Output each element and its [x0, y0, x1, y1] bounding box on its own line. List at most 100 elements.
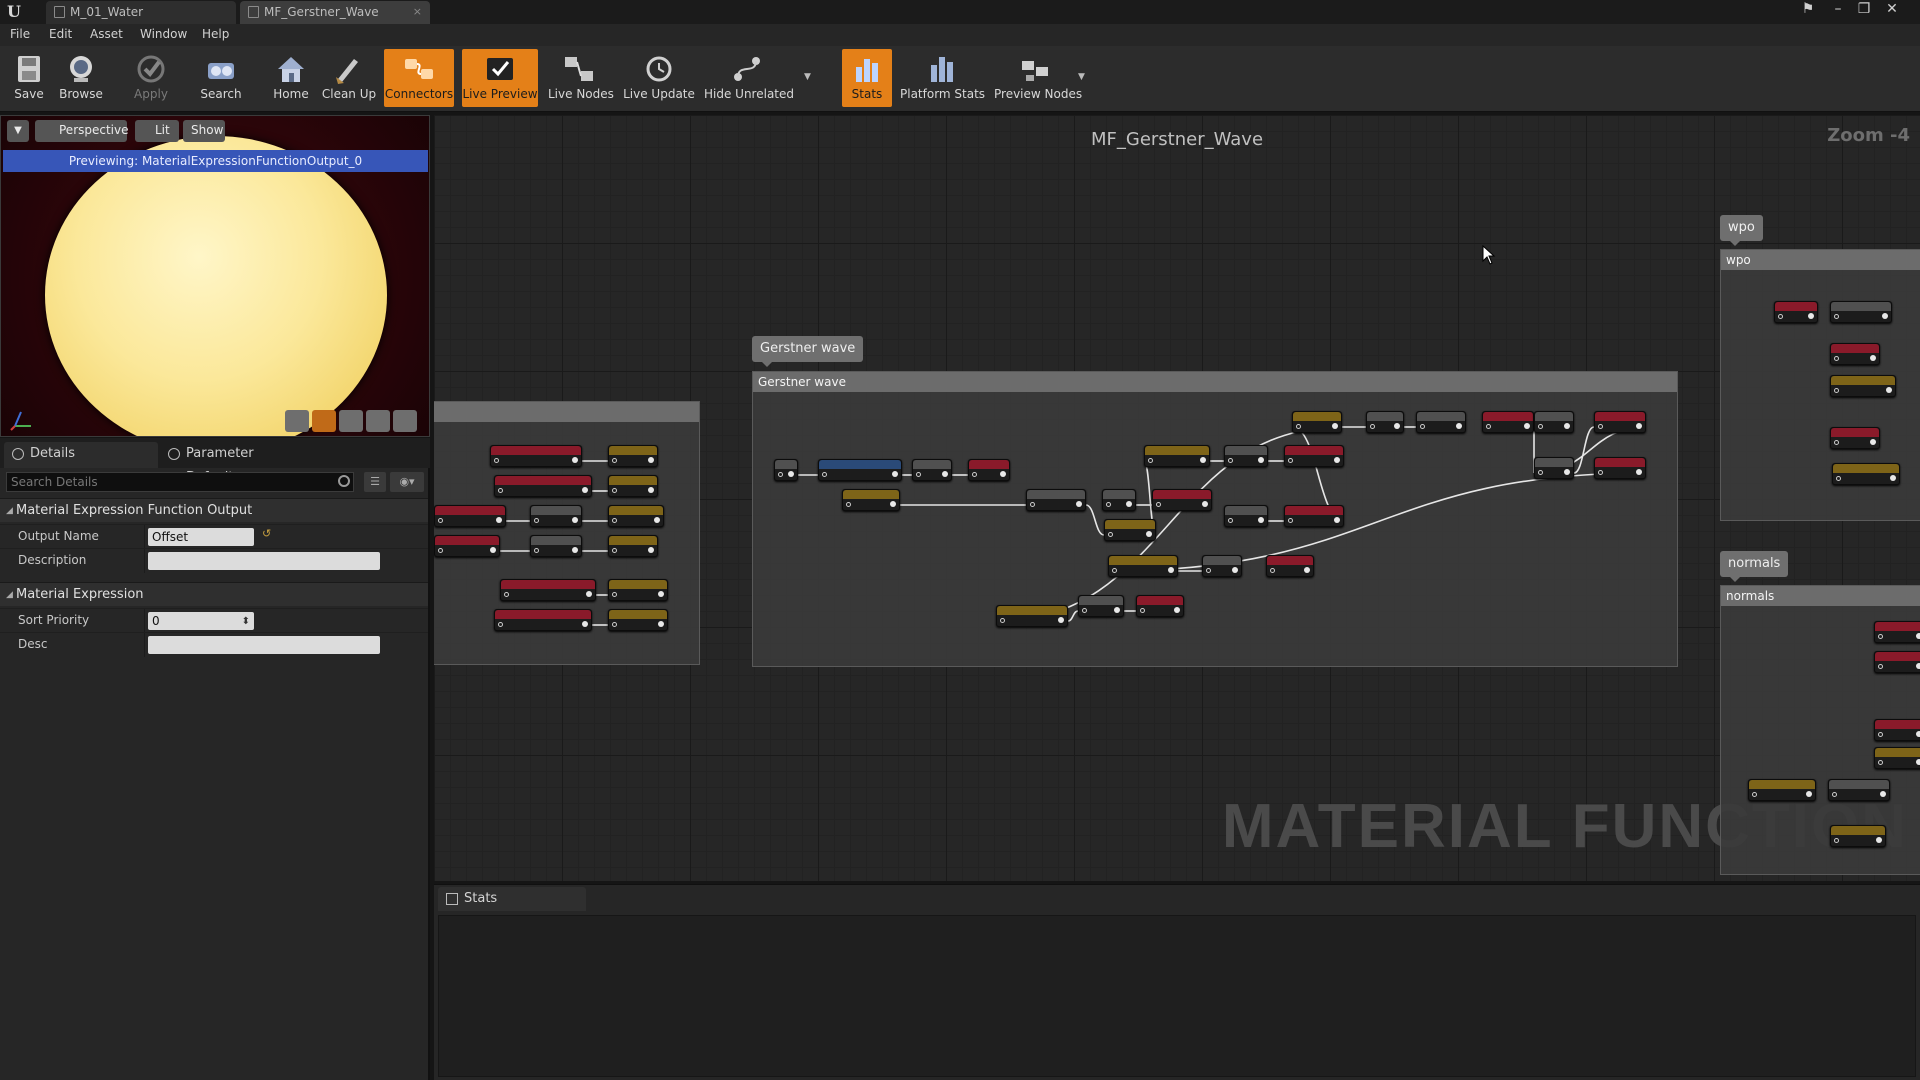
menu-help[interactable]: Help — [202, 27, 229, 41]
show-button[interactable]: Show — [183, 120, 225, 142]
graph-node[interactable] — [434, 535, 500, 557]
graph-node[interactable] — [1202, 555, 1242, 577]
close-tab-icon[interactable]: × — [413, 1, 422, 23]
graph-node[interactable] — [1108, 555, 1178, 577]
menu-file[interactable]: File — [10, 27, 30, 41]
hide-unrelated-dropdown-icon[interactable]: ▼ — [804, 72, 814, 82]
graph-node[interactable] — [1594, 411, 1646, 433]
visibility-eye-icon[interactable]: ◉▾ — [390, 472, 424, 492]
graph-node[interactable] — [1482, 411, 1534, 433]
graph-node[interactable] — [1874, 621, 1920, 643]
graph-node[interactable] — [608, 579, 668, 601]
save-button[interactable]: Save — [6, 49, 52, 107]
graph-node[interactable] — [494, 475, 592, 497]
graph-node[interactable] — [1774, 301, 1818, 323]
graph-node[interactable] — [842, 489, 900, 511]
graph-node[interactable] — [774, 459, 798, 481]
preview-nodes-dropdown-icon[interactable]: ▼ — [1078, 72, 1088, 82]
graph-node[interactable] — [818, 459, 902, 481]
tab-mf-gerstner-wave[interactable]: MF_Gerstner_Wave × — [240, 1, 430, 24]
tab-parameter-defaults[interactable]: Parameter Defaults — [160, 442, 310, 485]
graph-node[interactable] — [1224, 505, 1268, 527]
graph-node[interactable] — [1102, 489, 1136, 511]
graph-node[interactable] — [608, 609, 668, 631]
graph-node[interactable] — [1874, 747, 1920, 769]
graph-node[interactable] — [530, 505, 582, 527]
spinner-icon[interactable]: ⬍ — [242, 613, 250, 631]
clean-up-button[interactable]: Clean Up — [320, 49, 378, 107]
graph-node[interactable] — [1292, 411, 1342, 433]
home-button[interactable]: Home — [268, 49, 314, 107]
preview-cylinder-button[interactable] — [285, 410, 309, 432]
graph-node[interactable] — [490, 445, 582, 467]
preview-cube-button[interactable] — [366, 410, 390, 432]
connectors-button[interactable]: Connectors — [384, 49, 454, 107]
graph-node[interactable] — [1284, 445, 1344, 467]
perspective-button[interactable]: Perspective — [35, 120, 129, 142]
menu-window[interactable]: Window — [140, 27, 187, 41]
graph-node[interactable] — [1416, 411, 1466, 433]
graph-node[interactable] — [608, 505, 664, 527]
minimize-icon[interactable]: – — [1826, 0, 1850, 20]
restore-icon[interactable]: ❐ — [1852, 0, 1876, 20]
graph-node[interactable] — [1830, 375, 1896, 397]
preview-mesh-button[interactable] — [393, 410, 417, 432]
graph-node[interactable] — [1366, 411, 1404, 433]
description-field[interactable] — [148, 552, 380, 570]
tab-details[interactable]: Details — [4, 442, 158, 468]
menu-edit[interactable]: Edit — [49, 27, 72, 41]
close-window-icon[interactable]: ✕ — [1880, 0, 1904, 20]
section-material-expression[interactable]: ◢ Material Expression — [0, 582, 428, 606]
graph-node[interactable] — [968, 459, 1010, 481]
graph-node[interactable] — [494, 609, 592, 631]
platform-stats-button[interactable]: Platform Stats — [900, 49, 985, 107]
details-search-input[interactable]: Search Details — [6, 472, 354, 492]
graph-node[interactable] — [1224, 445, 1268, 467]
preview-plane-button[interactable] — [339, 410, 363, 432]
preview-sphere-button[interactable] — [312, 410, 336, 432]
graph-node[interactable] — [1830, 301, 1892, 323]
graph-node[interactable] — [1594, 457, 1646, 479]
preview-viewport[interactable]: ▼ Perspective Lit Show Previewing: Mater… — [0, 115, 430, 437]
graph-node[interactable] — [1748, 779, 1816, 801]
viewport-options-dropdown[interactable]: ▼ — [7, 120, 29, 142]
graph-node[interactable] — [996, 605, 1068, 627]
graph-node[interactable] — [608, 535, 658, 557]
graph-node[interactable] — [1136, 595, 1184, 617]
view-options-icon[interactable]: ☰ — [364, 472, 386, 492]
live-nodes-button[interactable]: Live Nodes — [548, 49, 614, 107]
feedback-icon[interactable]: ⚑ — [1796, 0, 1820, 20]
graph-node[interactable] — [1830, 427, 1880, 449]
graph-node[interactable] — [1830, 825, 1886, 847]
preview-nodes-button[interactable]: Preview Nodes — [994, 49, 1082, 107]
stats-button[interactable]: Stats — [842, 49, 892, 107]
reset-to-default-icon[interactable]: ↺ — [262, 528, 272, 539]
output-name-field[interactable]: Offset — [148, 528, 254, 546]
tab-m-01-water[interactable]: M_01_Water — [46, 1, 236, 24]
graph-node[interactable] — [1534, 411, 1574, 433]
live-update-button[interactable]: Live Update — [622, 49, 696, 107]
sort-priority-field[interactable]: 0 ⬍ — [148, 612, 254, 630]
graph-node[interactable] — [1832, 463, 1900, 485]
graph-node[interactable] — [434, 505, 506, 527]
graph-node[interactable] — [1026, 489, 1086, 511]
lit-button[interactable]: Lit — [135, 120, 179, 142]
graph-node[interactable] — [1152, 489, 1212, 511]
tab-stats[interactable]: Stats — [438, 887, 586, 911]
graph-node[interactable] — [912, 459, 952, 481]
graph-node[interactable] — [500, 579, 596, 601]
graph-node[interactable] — [608, 475, 658, 497]
desc-field[interactable] — [148, 636, 380, 654]
graph-node[interactable] — [1078, 595, 1124, 617]
graph-node[interactable] — [1874, 651, 1920, 673]
live-preview-button[interactable]: Live Preview — [462, 49, 538, 107]
graph-node[interactable] — [1284, 505, 1344, 527]
graph-node[interactable] — [1874, 719, 1920, 741]
hide-unrelated-button[interactable]: Hide Unrelated — [704, 49, 794, 107]
menu-asset[interactable]: Asset — [90, 27, 123, 41]
graph-node[interactable] — [1104, 519, 1156, 541]
apply-button[interactable]: Apply — [128, 49, 174, 107]
search-button[interactable]: Search — [196, 49, 246, 107]
graph-node[interactable] — [1144, 445, 1210, 467]
material-graph[interactable]: MF_Gerstner_Wave Zoom -4 MATERIAL FUNCTI… — [434, 115, 1920, 881]
